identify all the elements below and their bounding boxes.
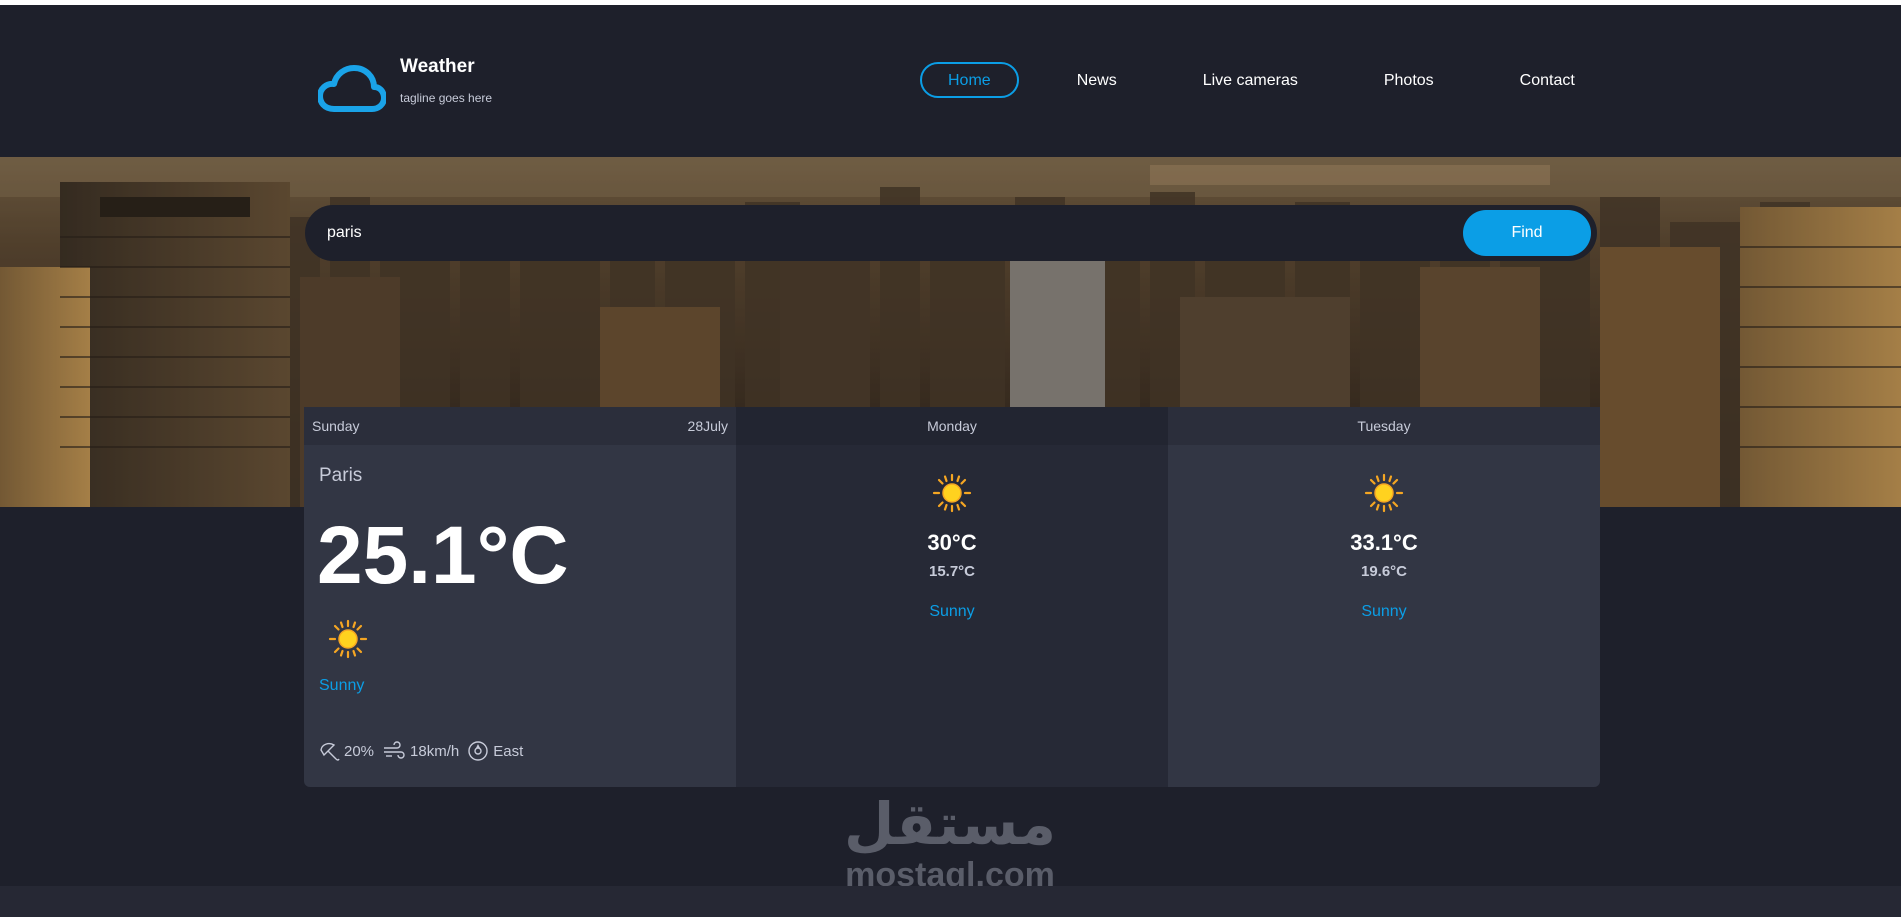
forecast-min-temp: 19.6°C <box>1360 563 1408 580</box>
cloud-logo-icon <box>318 65 386 112</box>
today-card: Sunday 28July Paris 25.1°C Sunny 20% 18k… <box>304 407 736 787</box>
main-nav: Home News Live cameras Photos Contact <box>920 62 1633 98</box>
footer-band <box>0 886 1901 917</box>
humidity-value: 20% <box>344 742 375 760</box>
city-name: Paris <box>319 465 363 486</box>
forecast-condition: Sunny <box>1361 603 1407 620</box>
humidity-stat: 20% <box>318 740 374 762</box>
nav-home[interactable]: Home <box>920 62 1019 98</box>
site-title: Weather <box>400 56 475 77</box>
today-header: Sunday 28July <box>304 407 736 445</box>
current-temperature: 25.1°C <box>317 510 569 601</box>
sun-icon <box>328 619 368 659</box>
site-tagline: tagline goes here <box>400 91 493 105</box>
today-condition: Sunny <box>319 677 365 694</box>
forecast-day-card: Monday 30°C 15.7°C Sunny <box>736 407 1168 787</box>
nav-live-cameras[interactable]: Live cameras <box>1175 62 1326 98</box>
forecast-max-temp: 30°C <box>927 530 977 555</box>
mostaql-watermark: مستقل mostaql.com <box>830 790 1070 900</box>
sun-icon <box>1364 473 1404 513</box>
wind-speed-stat: 18km/h <box>382 740 459 762</box>
logo[interactable]: Weather tagline goes here <box>318 55 492 115</box>
forecast-day-card: Tuesday 33.1°C 19.6°C Sunny <box>1168 407 1600 787</box>
forecast-table: Sunday 28July Paris 25.1°C Sunny 20% 18k… <box>304 407 1600 787</box>
nav-contact[interactable]: Contact <box>1492 62 1603 98</box>
nav-news[interactable]: News <box>1049 62 1145 98</box>
umbrella-icon <box>320 742 340 761</box>
watermark-arabic: مستقل <box>843 790 1057 858</box>
forecast-day-name: Tuesday <box>1168 407 1600 445</box>
search-input[interactable] <box>327 215 1427 251</box>
wind-speed-value: 18km/h <box>410 742 460 760</box>
forecast-min-temp: 15.7°C <box>928 563 976 580</box>
forecast-max-temp: 33.1°C <box>1350 530 1418 555</box>
compass-icon <box>468 741 488 761</box>
forecast-day-name: Monday <box>736 407 1168 445</box>
sun-icon <box>932 473 972 513</box>
today-date: 28July <box>687 418 728 434</box>
wind-direction-stat: East <box>467 740 523 762</box>
forecast-condition: Sunny <box>929 603 975 620</box>
wind-direction-value: East <box>493 742 524 760</box>
find-button[interactable]: Find <box>1463 210 1591 256</box>
today-stats: 20% 18km/h East <box>318 740 531 762</box>
site-header: Weather tagline goes here Home News Live… <box>0 5 1901 157</box>
today-day: Sunday <box>312 418 360 434</box>
wind-icon <box>384 741 405 759</box>
nav-photos[interactable]: Photos <box>1356 62 1462 98</box>
search-bar: Find <box>305 205 1597 261</box>
